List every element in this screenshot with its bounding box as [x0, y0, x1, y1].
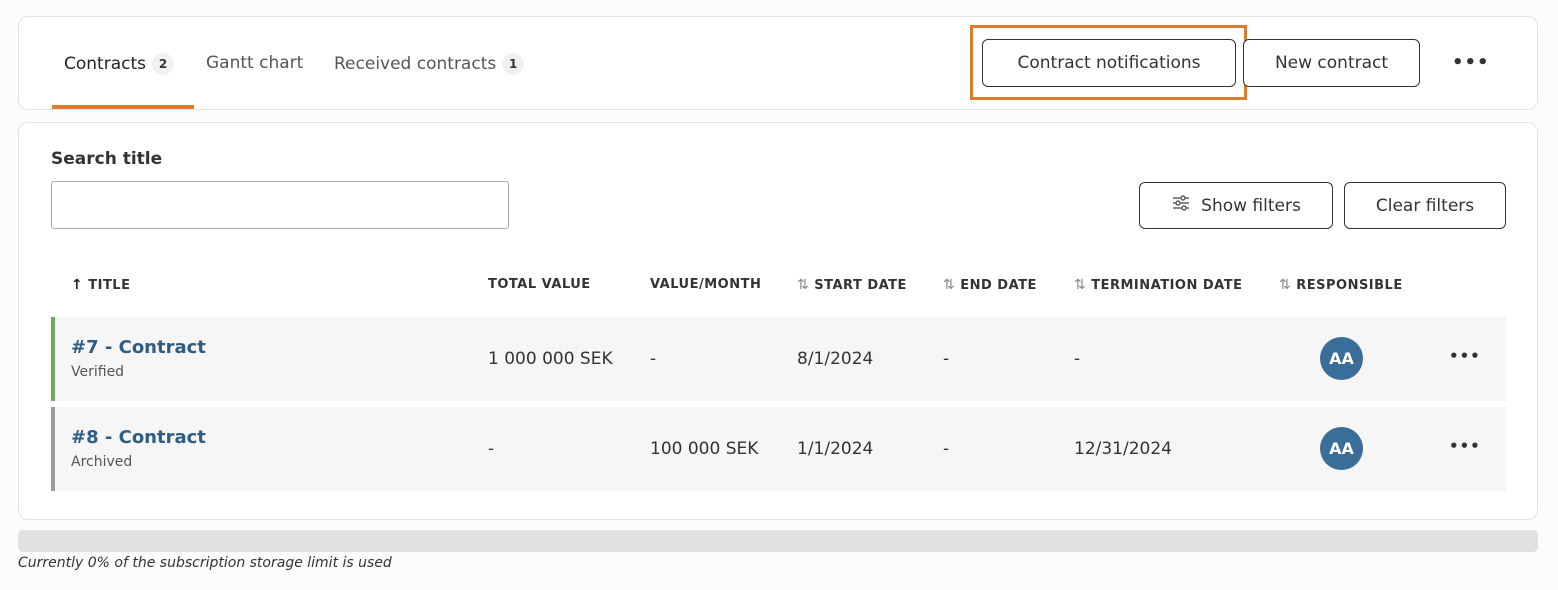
- column-header-value-month: VALUE/MONTH: [650, 277, 761, 292]
- sort-arrows-icon: ⇅: [1074, 277, 1087, 293]
- column-header-termination-date[interactable]: ⇅ TERMINATION DATE: [1074, 277, 1242, 293]
- tab-contracts[interactable]: Contracts 2: [64, 53, 174, 75]
- contract-title-link[interactable]: #8 - Contract: [71, 427, 206, 448]
- contracts-panel: Search title Show filters Clear filters …: [18, 122, 1538, 520]
- sort-arrows-icon: ⇅: [943, 277, 956, 293]
- column-header-total-value: TOTAL VALUE: [488, 277, 591, 292]
- tab-contracts-count: 2: [152, 53, 174, 75]
- storage-usage-text: Currently 0% of the subscription storage…: [18, 555, 392, 571]
- contract-status: Archived: [71, 454, 133, 470]
- tab-gantt-chart[interactable]: Gantt chart: [206, 53, 303, 73]
- row-more-icon[interactable]: •••: [1449, 439, 1481, 454]
- avatar[interactable]: AA: [1320, 337, 1363, 380]
- contract-notifications-label: Contract notifications: [1017, 53, 1201, 73]
- tab-received-contracts-label: Received contracts: [334, 54, 497, 74]
- tab-gantt-chart-label: Gantt chart: [206, 53, 304, 73]
- termination-date-cell: 12/31/2024: [1074, 439, 1172, 459]
- clear-filters-button[interactable]: Clear filters: [1344, 182, 1506, 229]
- arrow-up-icon: ↑: [71, 277, 84, 293]
- column-termination-date-label: TERMINATION DATE: [1091, 277, 1243, 293]
- column-responsible-label: RESPONSIBLE: [1296, 277, 1403, 293]
- storage-usage-bar: [18, 530, 1538, 552]
- contract-notifications-button[interactable]: Contract notifications: [982, 39, 1236, 87]
- sort-arrows-icon: ⇅: [1279, 277, 1292, 293]
- table-row[interactable]: #7 - Contract Verified 1 000 000 SEK - 8…: [51, 317, 1506, 401]
- end-date-cell: -: [943, 439, 950, 459]
- contract-status: Verified: [71, 364, 125, 380]
- tabs-header: Contracts 2 Gantt chart Received contrac…: [18, 16, 1538, 110]
- total-value-cell: 1 000 000 SEK: [488, 349, 613, 369]
- column-value-month-label: VALUE/MONTH: [650, 277, 762, 292]
- active-tab-indicator: [52, 105, 194, 109]
- avatar[interactable]: AA: [1320, 427, 1363, 470]
- column-title-label: TITLE: [88, 277, 131, 293]
- tab-received-contracts-count: 1: [502, 53, 525, 75]
- tab-contracts-label: Contracts: [64, 54, 146, 74]
- column-header-title[interactable]: ↑ TITLE: [71, 277, 130, 293]
- search-input[interactable]: [51, 181, 509, 229]
- start-date-cell: 1/1/2024: [797, 439, 874, 459]
- show-filters-button[interactable]: Show filters: [1139, 182, 1333, 229]
- new-contract-button[interactable]: New contract: [1243, 39, 1420, 87]
- search-label: Search title: [51, 149, 163, 169]
- table-row[interactable]: #8 - Contract Archived - 100 000 SEK 1/1…: [51, 407, 1506, 491]
- show-filters-label: Show filters: [1201, 195, 1301, 216]
- new-contract-label: New contract: [1274, 53, 1389, 73]
- more-options-icon[interactable]: •••: [1452, 54, 1490, 72]
- row-more-icon[interactable]: •••: [1449, 349, 1481, 364]
- sliders-icon: [1171, 193, 1191, 218]
- column-header-responsible[interactable]: ⇅ RESPONSIBLE: [1279, 277, 1403, 293]
- sort-arrows-icon: ⇅: [797, 277, 810, 293]
- value-month-cell: 100 000 SEK: [650, 439, 759, 459]
- column-start-date-label: START DATE: [814, 277, 907, 293]
- column-end-date-label: END DATE: [960, 277, 1037, 293]
- column-total-value-label: TOTAL VALUE: [488, 277, 591, 292]
- contract-title-link[interactable]: #7 - Contract: [71, 337, 206, 358]
- end-date-cell: -: [943, 349, 950, 369]
- column-header-start-date[interactable]: ⇅ START DATE: [797, 277, 907, 293]
- termination-date-cell: -: [1074, 349, 1081, 369]
- start-date-cell: 8/1/2024: [797, 349, 874, 369]
- total-value-cell: -: [488, 439, 495, 459]
- tab-received-contracts[interactable]: Received contracts 1: [334, 53, 525, 75]
- clear-filters-label: Clear filters: [1375, 195, 1475, 216]
- value-month-cell: -: [650, 349, 657, 369]
- column-header-end-date[interactable]: ⇅ END DATE: [943, 277, 1037, 293]
